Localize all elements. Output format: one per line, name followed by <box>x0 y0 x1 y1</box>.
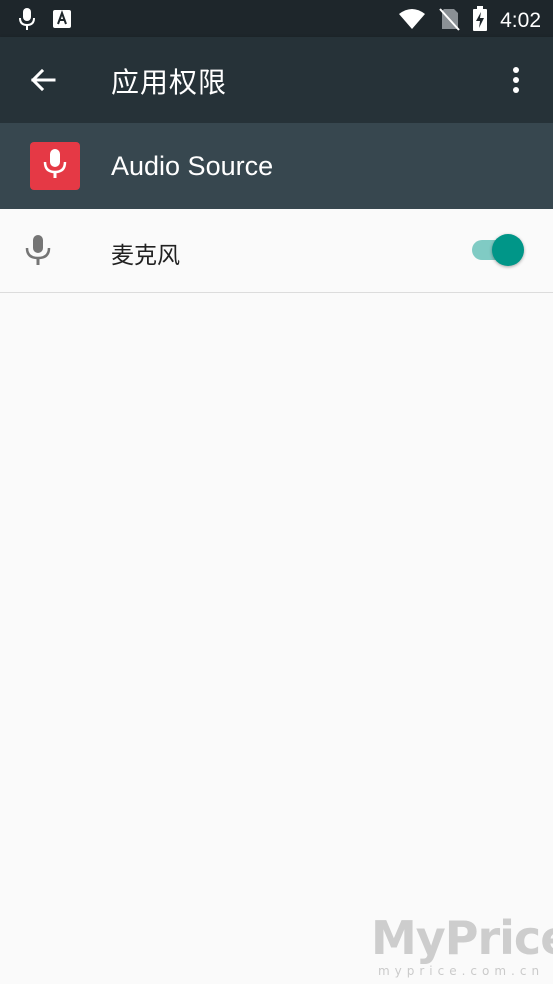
app-icon <box>30 142 80 190</box>
permission-label: 麦克风 <box>111 243 180 269</box>
watermark-logo: MyPrice <box>371 911 553 965</box>
permission-row-microphone[interactable]: 麦克风 <box>0 209 553 293</box>
app-name: Audio Source <box>111 151 274 181</box>
mic-icon <box>42 147 68 185</box>
page-title: 应用权限 <box>111 66 228 99</box>
toggle-thumb <box>492 234 524 266</box>
more-vert-icon <box>499 67 533 101</box>
arrow-back-icon <box>26 68 60 101</box>
back-button[interactable] <box>26 63 60 97</box>
battery-charging-icon <box>472 6 488 36</box>
no-sim-icon <box>438 7 460 35</box>
watermark: MyPrice myprice.com.cn <box>371 911 553 980</box>
overflow-menu-button[interactable] <box>499 63 533 97</box>
status-bar: 4:02 <box>0 0 553 37</box>
mic-icon <box>18 7 36 35</box>
watermark-url: myprice.com.cn <box>377 964 545 978</box>
app-bar: 应用权限 <box>0 37 553 123</box>
mic-icon <box>24 233 52 267</box>
wifi-icon <box>398 8 426 34</box>
font-download-icon <box>52 9 72 33</box>
microphone-toggle[interactable] <box>470 233 526 267</box>
app-header: Audio Source <box>0 123 553 209</box>
status-time: 4:02 <box>500 9 541 32</box>
